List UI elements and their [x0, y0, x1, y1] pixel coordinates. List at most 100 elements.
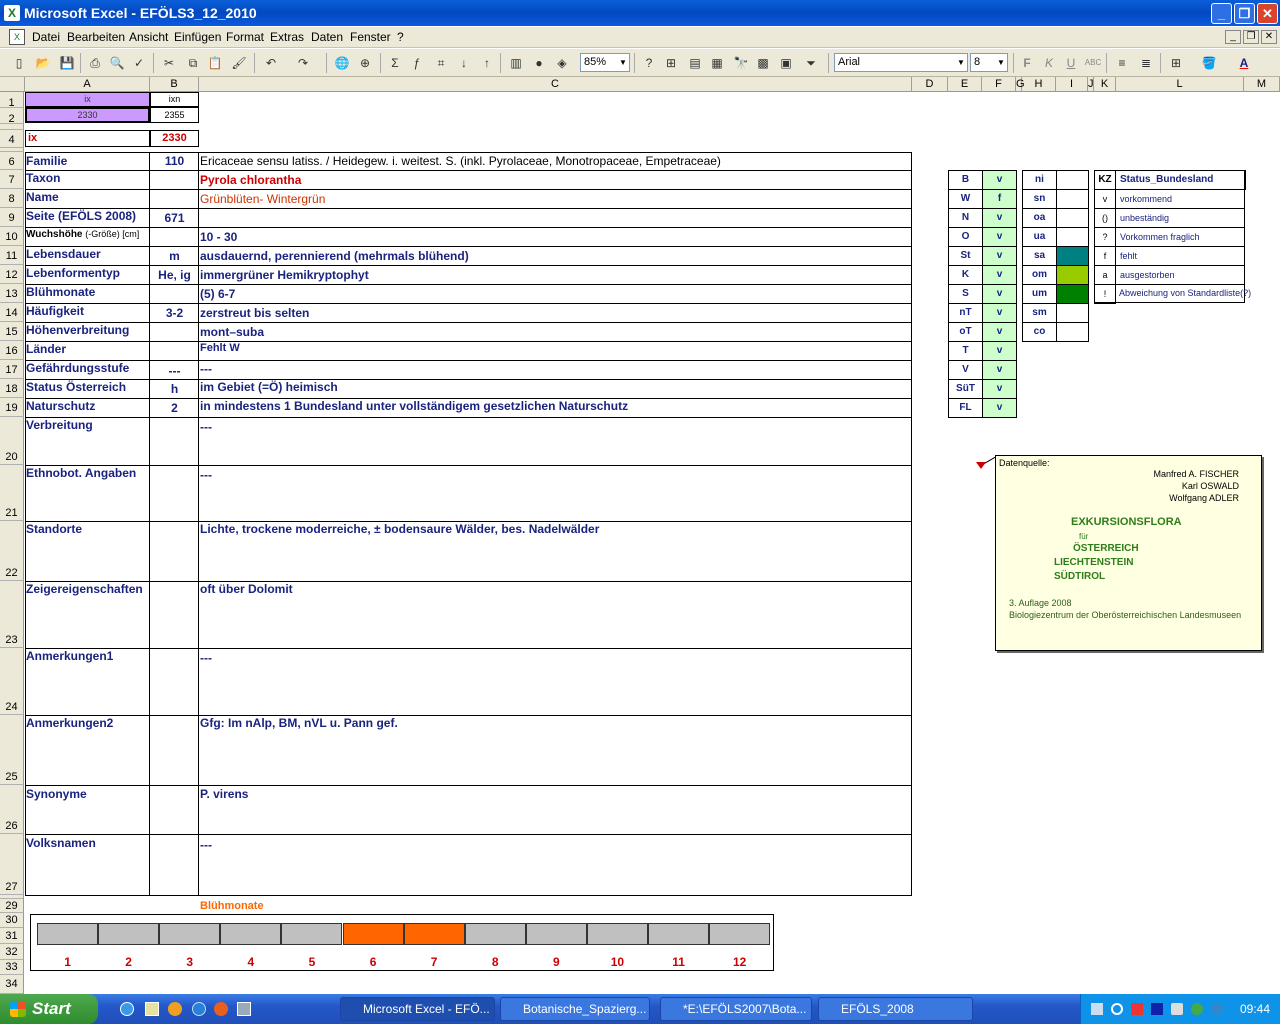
- map-icon[interactable]: ●: [530, 54, 548, 72]
- cell-b1[interactable]: ixn: [150, 92, 199, 107]
- col-header-e[interactable]: E: [948, 77, 982, 92]
- calc-icon[interactable]: ▣: [777, 54, 795, 72]
- row-header[interactable]: 32: [0, 944, 24, 960]
- font-combo[interactable]: Arial ▼: [834, 53, 968, 72]
- task-editor[interactable]: *E:\EFÖLS2007\Bota...: [660, 997, 812, 1021]
- menu-ansicht[interactable]: Ansicht: [129, 30, 168, 44]
- row-header[interactable]: 26: [0, 785, 24, 834]
- col-header-d[interactable]: D: [912, 77, 948, 92]
- zoom-combo[interactable]: 85% ▼: [580, 53, 630, 72]
- col-header-m[interactable]: M: [1244, 77, 1280, 92]
- bold-button[interactable]: F: [1018, 54, 1036, 72]
- row-header[interactable]: 23: [0, 581, 24, 648]
- font-size-combo[interactable]: 8 ▼: [970, 53, 1008, 72]
- quicklaunch-ie-icon[interactable]: [120, 1002, 134, 1016]
- doc-minimize-button[interactable]: _: [1225, 30, 1241, 44]
- row-header[interactable]: 10: [0, 227, 24, 246]
- sort-desc-icon[interactable]: ↑: [478, 54, 496, 72]
- row-header[interactable]: 24: [0, 648, 24, 715]
- form-icon[interactable]: ▤: [686, 54, 704, 72]
- redo-icon[interactable]: ↷: [294, 54, 312, 72]
- maximize-button[interactable]: ❐: [1234, 3, 1255, 24]
- row-header[interactable]: 22: [0, 521, 24, 581]
- row-header[interactable]: 11: [0, 246, 24, 265]
- tray-shield-icon[interactable]: [1151, 1003, 1163, 1015]
- row-header[interactable]: 29: [0, 899, 24, 913]
- filter-icon[interactable]: ⏷: [802, 54, 820, 72]
- save-icon[interactable]: 💾: [58, 54, 76, 72]
- col-header-b[interactable]: B: [150, 77, 199, 92]
- row-header[interactable]: 20: [0, 417, 24, 465]
- row-header[interactable]: 21: [0, 465, 24, 521]
- preview-icon[interactable]: 🔍: [108, 54, 126, 72]
- cell-a4[interactable]: ix: [25, 130, 150, 147]
- row-header[interactable]: 14: [0, 303, 24, 322]
- help-icon[interactable]: ?: [640, 54, 658, 72]
- print-icon[interactable]: ⎙: [86, 54, 104, 72]
- row-header[interactable]: 19: [0, 398, 24, 417]
- fill-color-icon[interactable]: 🪣: [1200, 54, 1218, 72]
- cell-b2[interactable]: 2355: [150, 107, 199, 123]
- web-icon[interactable]: ⊕: [356, 54, 374, 72]
- format-painter-icon[interactable]: 🖌: [230, 54, 248, 72]
- close-button[interactable]: ✕: [1257, 3, 1278, 24]
- align-center-icon[interactable]: ≣: [1137, 54, 1155, 72]
- menu-einfuegen[interactable]: Einfügen: [174, 30, 221, 44]
- quicklaunch-browser-icon[interactable]: [192, 1002, 206, 1016]
- spelling-icon[interactable]: ✓: [130, 54, 148, 72]
- tray-search-icon[interactable]: [1111, 1003, 1123, 1015]
- undo-icon[interactable]: ↶: [262, 54, 280, 72]
- find-icon[interactable]: 🔭: [732, 54, 750, 72]
- drawing-icon[interactable]: ◈: [553, 54, 571, 72]
- menu-daten[interactable]: Daten: [311, 30, 343, 44]
- task-explorer-efoels[interactable]: EFÖLS_2008: [818, 997, 973, 1021]
- task-explorer-botanische[interactable]: Botanische_Spazierg...: [500, 997, 650, 1021]
- font-color-icon[interactable]: A: [1235, 54, 1253, 72]
- cell-b4[interactable]: 2330: [150, 130, 199, 147]
- doc-close-button[interactable]: ✕: [1261, 30, 1277, 44]
- col-header-c[interactable]: C: [199, 77, 912, 92]
- paste-icon[interactable]: 📋: [206, 54, 224, 72]
- start-button[interactable]: Start: [0, 994, 98, 1024]
- tray-security-icon[interactable]: [1131, 1003, 1143, 1015]
- row-header[interactable]: 4: [0, 130, 24, 148]
- underline-button[interactable]: U: [1062, 54, 1080, 72]
- cell-a2-selected[interactable]: 2330: [25, 107, 150, 123]
- row-header[interactable]: 18: [0, 379, 24, 398]
- hyperlink-icon[interactable]: 🌐: [333, 54, 351, 72]
- row-header[interactable]: 17: [0, 360, 24, 379]
- sort-asc-icon[interactable]: ↓: [455, 54, 473, 72]
- col-header-i[interactable]: I: [1056, 77, 1088, 92]
- cut-icon[interactable]: ✂: [160, 54, 178, 72]
- borders-icon[interactable]: ⊞: [1167, 54, 1185, 72]
- col-header-l[interactable]: L: [1116, 77, 1244, 92]
- row-header[interactable]: 7: [0, 170, 24, 189]
- quicklaunch-firefox-icon[interactable]: [214, 1002, 228, 1016]
- row-header[interactable]: 15: [0, 322, 24, 341]
- row-header[interactable]: 13: [0, 284, 24, 303]
- table-icon[interactable]: ▦: [708, 54, 726, 72]
- datenquelle-note[interactable]: Datenquelle: Manfred A. FISCHER Karl OSW…: [995, 455, 1262, 651]
- menu-fenster[interactable]: Fenster: [350, 30, 391, 44]
- tray-network-icon[interactable]: [1091, 1003, 1103, 1015]
- cell-a1[interactable]: ix: [25, 92, 150, 107]
- row-header[interactable]: 34: [0, 975, 24, 994]
- grid-icon[interactable]: ▩: [754, 54, 772, 72]
- menu-help[interactable]: ?: [397, 30, 404, 44]
- workbook-icon[interactable]: X: [9, 29, 25, 45]
- quicklaunch-outlook-icon[interactable]: [145, 1002, 159, 1016]
- col-header-f[interactable]: F: [982, 77, 1016, 92]
- quicklaunch-media-icon[interactable]: [168, 1002, 182, 1016]
- row-header[interactable]: 27: [0, 834, 24, 895]
- new-icon[interactable]: ▯: [10, 54, 28, 72]
- tray-update-icon[interactable]: [1191, 1003, 1203, 1015]
- function-icon[interactable]: ƒ: [408, 54, 426, 72]
- merge-icon[interactable]: ⊞: [662, 54, 680, 72]
- tray-info-icon[interactable]: [1211, 1003, 1223, 1015]
- col-header-a[interactable]: A: [25, 77, 150, 92]
- row-header[interactable]: 25: [0, 715, 24, 785]
- row-header[interactable]: 33: [0, 960, 24, 975]
- tray-volume-icon[interactable]: [1171, 1003, 1183, 1015]
- task-excel[interactable]: Microsoft Excel - EFÖ...: [340, 997, 495, 1021]
- menu-datei[interactable]: Datei: [32, 30, 60, 44]
